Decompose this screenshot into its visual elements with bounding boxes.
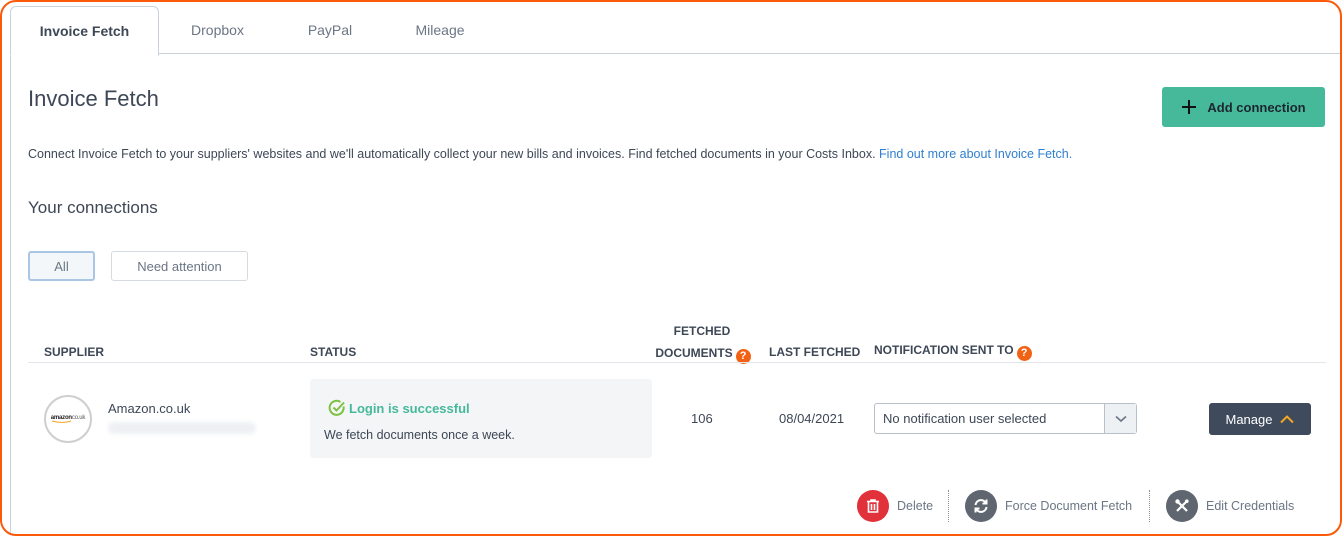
action-separator xyxy=(948,490,949,522)
filter-all-button[interactable]: All xyxy=(28,251,95,281)
filter-need-attention-button[interactable]: Need attention xyxy=(111,251,248,281)
logo-suffix: co.uk xyxy=(71,414,86,421)
refresh-icon-circle xyxy=(965,489,997,522)
status-success: Login is successful xyxy=(328,399,470,417)
find-out-more-link[interactable]: Find out more about Invoice Fetch. xyxy=(879,147,1072,161)
select-toggle[interactable] xyxy=(1104,404,1136,433)
connections-title: Your connections xyxy=(28,198,158,217)
status-description: We fetch documents once a week. xyxy=(324,428,515,442)
amazon-logo: amazonco.uk xyxy=(51,415,85,424)
chevron-down-icon xyxy=(1114,415,1127,422)
column-header-fetched-documents: FETCHED DOCUMENTS? xyxy=(654,324,752,364)
delete-label: Delete xyxy=(897,498,934,513)
column-header-fetched-line1: FETCHED xyxy=(673,324,731,338)
notification-selected-value: No notification user selected xyxy=(883,411,1047,426)
column-header-last-fetched: LAST FETCHED xyxy=(769,345,861,359)
page-title: Invoice Fetch xyxy=(28,86,159,111)
table-header-divider xyxy=(28,362,1326,363)
intro-text: Connect Invoice Fetch to your suppliers'… xyxy=(28,147,1072,161)
tab-paypal[interactable]: PayPal xyxy=(275,6,385,54)
supplier-logo: amazonco.uk xyxy=(44,395,92,443)
tools-icon-circle xyxy=(1166,489,1198,522)
logo-wordmark: amazon xyxy=(50,414,72,421)
delete-action[interactable]: Delete xyxy=(857,489,933,522)
tools-icon xyxy=(1175,498,1189,512)
status-title: Login is successful xyxy=(349,400,470,416)
column-header-status: STATUS xyxy=(310,345,357,359)
force-document-fetch-label: Force Document Fetch xyxy=(1005,498,1133,513)
last-fetched-date: 08/04/2021 xyxy=(779,411,845,426)
column-header-notification: NOTIFICATION SENT TO? xyxy=(874,343,1032,361)
help-icon[interactable]: ? xyxy=(1016,346,1032,361)
supplier-name: Amazon.co.uk xyxy=(108,401,191,416)
trash-icon xyxy=(867,498,879,513)
tab-dropbox[interactable]: Dropbox xyxy=(160,6,275,54)
refresh-icon xyxy=(974,498,988,513)
redacted-account xyxy=(108,422,256,434)
manage-label: Manage xyxy=(1225,411,1273,427)
manage-button[interactable]: Manage xyxy=(1209,403,1311,435)
check-circle-icon xyxy=(328,399,345,416)
tab-invoice-fetch[interactable]: Invoice Fetch xyxy=(10,6,159,56)
edit-credentials-label: Edit Credentials xyxy=(1206,498,1295,513)
delete-icon-circle xyxy=(857,489,889,522)
plus-icon xyxy=(1182,100,1197,114)
edit-credentials-action[interactable]: Edit Credentials xyxy=(1166,489,1294,522)
add-connection-button[interactable]: Add connection xyxy=(1162,87,1325,127)
notification-user-select[interactable]: No notification user selected xyxy=(874,403,1137,434)
fetched-documents-count: 106 xyxy=(691,411,713,426)
column-header-fetched-line2: DOCUMENTS xyxy=(655,346,733,360)
column-header-supplier: SUPPLIER xyxy=(44,345,105,359)
content-border xyxy=(10,54,11,534)
chevron-up-icon xyxy=(1280,414,1295,423)
add-connection-label: Add connection xyxy=(1207,99,1306,115)
tab-bar: Invoice Fetch Dropbox PayPal Mileage xyxy=(10,2,1340,56)
force-document-fetch-action[interactable]: Force Document Fetch xyxy=(965,489,1132,522)
intro-description: Connect Invoice Fetch to your suppliers'… xyxy=(28,147,876,161)
status-box: Login is successful We fetch documents o… xyxy=(310,379,652,458)
column-header-notification-label: NOTIFICATION SENT TO xyxy=(874,343,1014,357)
action-separator xyxy=(1149,490,1150,522)
app-frame: Invoice Fetch Dropbox PayPal Mileage Inv… xyxy=(0,0,1342,536)
tab-mileage[interactable]: Mileage xyxy=(385,6,495,54)
